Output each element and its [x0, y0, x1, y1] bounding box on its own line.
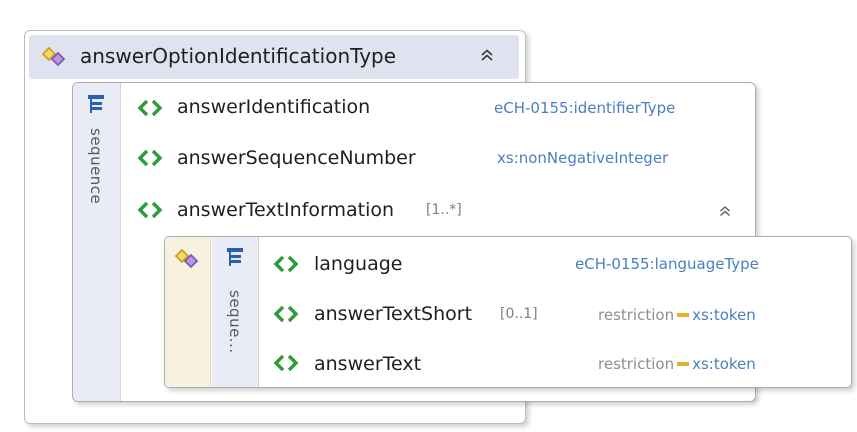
type-link-xs-token[interactable]: xs:token: [692, 306, 756, 324]
element-icon: [137, 149, 163, 167]
restriction-bar: [677, 361, 690, 366]
element-name-language[interactable]: language: [314, 253, 402, 275]
cardinality-answerTextShort: [0..1]: [500, 306, 538, 322]
inner-sequence-label: seque...: [226, 290, 244, 354]
element-icon: [273, 354, 299, 372]
element-name-answerTextShort[interactable]: answerTextShort: [314, 303, 472, 325]
complex-type-name: answerOptionIdentificationType: [80, 44, 397, 68]
sequence-icon: [227, 248, 243, 266]
complex-type-icon: [41, 46, 66, 67]
restriction-answerTextShort: restriction xs:token: [598, 305, 756, 324]
restriction-label: restriction: [598, 306, 675, 324]
type-link-language[interactable]: eCH-0155:languageType: [575, 255, 759, 273]
sequence-icon: [88, 95, 104, 113]
element-name-answerSequenceNumber[interactable]: answerSequenceNumber: [177, 147, 416, 169]
element-name-answerTextInformation[interactable]: answerTextInformation: [177, 199, 394, 221]
type-link-answerSequenceNumber[interactable]: xs:nonNegativeInteger: [497, 149, 668, 167]
sequence-label: sequence: [87, 128, 105, 205]
cardinality-answerTextInformation: [1..*]: [426, 202, 462, 218]
type-link-answerIdentification[interactable]: eCH-0155:identifierType: [494, 99, 675, 117]
restriction-label: restriction: [598, 355, 675, 373]
complex-type-icon: [174, 248, 199, 269]
element-icon: [137, 201, 163, 219]
element-name-answerIdentification[interactable]: answerIdentification: [177, 96, 370, 118]
element-name-answerText[interactable]: answerText: [314, 353, 421, 375]
element-icon: [273, 305, 299, 323]
element-icon: [137, 99, 163, 117]
collapse-icon[interactable]: [718, 204, 732, 218]
element-icon: [273, 255, 299, 273]
restriction-bar: [677, 312, 690, 317]
type-link-xs-token[interactable]: xs:token: [692, 355, 756, 373]
collapse-icon[interactable]: [479, 47, 495, 63]
restriction-answerText: restriction xs:token: [598, 354, 756, 373]
